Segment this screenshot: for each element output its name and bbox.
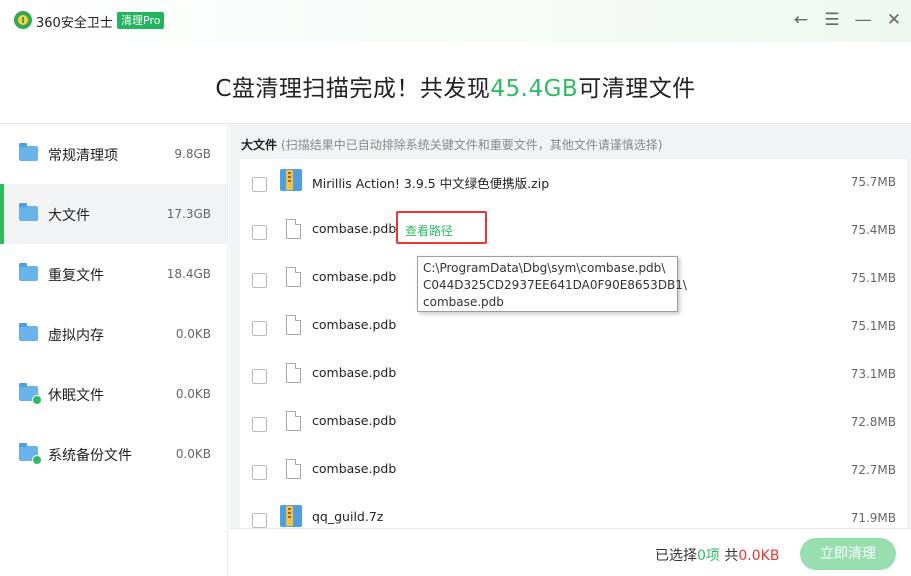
file-checkbox[interactable] <box>252 465 267 480</box>
sidebar-item-duplicates[interactable]: 重复文件 18.4GB <box>0 244 227 304</box>
file-row[interactable]: Mirillis Action! 3.9.5 中文绿色便携版.zip 75.7M… <box>240 159 907 207</box>
sidebar-item-label: 系统备份文件 <box>48 448 132 464</box>
total-label: 共 <box>719 548 739 564</box>
file-size: 75.7MB <box>850 175 896 189</box>
section-title: 大文件 <box>241 138 278 152</box>
file-row[interactable]: combase.pdb 查看路径 75.4MB <box>240 207 907 255</box>
folder-sleep-icon <box>19 383 42 405</box>
sidebar-item-label: 休眠文件 <box>48 388 104 404</box>
file-size: 72.7MB <box>850 463 896 477</box>
sidebar-item-label: 大文件 <box>48 208 90 224</box>
headline-suffix: 可清理文件 <box>578 76 696 102</box>
section-header: 大文件 (扫描结果中已自动排除系统关键文件和重要文件，其他文件请谨慎选择) <box>241 136 662 153</box>
file-name: combase.pdb <box>312 269 397 284</box>
file-checkbox[interactable] <box>252 225 267 240</box>
file-name: combase.pdb <box>312 461 397 476</box>
folder-icon <box>19 263 38 281</box>
section-note: (扫描结果中已自动排除系统关键文件和重要文件，其他文件请谨慎选择) <box>281 138 663 152</box>
sleep-badge-icon <box>32 395 42 405</box>
app-title: 360安全卫士 <box>36 16 113 31</box>
file-list[interactable]: Mirillis Action! 3.9.5 中文绿色便携版.zip 75.7M… <box>240 159 907 528</box>
file-checkbox[interactable] <box>252 513 267 528</box>
folder-icon <box>19 323 38 341</box>
file-name: combase.pdb <box>312 365 397 380</box>
sidebar-item-virtual-memory[interactable]: 虚拟内存 0.0KB <box>0 304 227 364</box>
file-name: combase.pdb <box>312 221 397 236</box>
file-icon <box>286 411 301 431</box>
sidebar-item-label: 虚拟内存 <box>48 328 104 344</box>
file-row[interactable]: combase.pdb 72.7MB <box>240 447 907 495</box>
file-icon <box>286 363 301 383</box>
sidebar-item-size: 0.0KB <box>175 327 211 341</box>
sidebar-item-large-files[interactable]: 大文件 17.3GB <box>0 184 227 244</box>
file-size: 75.1MB <box>850 271 896 285</box>
menu-icon[interactable]: ☰ <box>822 10 842 30</box>
sidebar-item-label: 重复文件 <box>48 268 104 284</box>
sidebar-item-size: 18.4GB <box>166 267 211 281</box>
selected-label: 已选择 <box>655 548 697 564</box>
file-name: Mirillis Action! 3.9.5 中文绿色便携版.zip <box>312 176 550 191</box>
file-path-tooltip: C:\ProgramData\Dbg\sym\combase.pdb\ C044… <box>417 256 687 312</box>
file-icon <box>286 459 301 479</box>
back-arrow-icon[interactable]: ← <box>791 10 811 30</box>
folder-icon <box>19 203 38 221</box>
folder-backup-icon <box>19 443 42 465</box>
sidebar-item-size: 0.0KB <box>175 447 211 461</box>
title-bar: 360安全卫士 清理Pro ← ☰ — ✕ <box>0 0 911 42</box>
file-checkbox[interactable] <box>252 321 267 336</box>
tooltip-line: combase.pdb <box>423 295 504 309</box>
file-list-panel: 大文件 (扫描结果中已自动排除系统关键文件和重要文件，其他文件请谨慎选择) Mir… <box>229 124 911 528</box>
selected-count: 0项 <box>697 548 720 564</box>
zip-archive-icon <box>280 169 302 191</box>
sidebar-item-label: 常规清理项 <box>48 148 118 164</box>
file-icon <box>286 267 301 287</box>
sidebar-item-size: 17.3GB <box>166 207 211 221</box>
file-row[interactable]: qq_guild.7z 71.9MB <box>240 495 907 528</box>
sidebar-item-regular[interactable]: 常规清理项 9.8GB <box>0 124 227 184</box>
scan-result-headline: C盘清理扫描完成！共发现45.4GB可清理文件 <box>0 69 911 103</box>
file-icon <box>286 219 301 239</box>
cleaner-pro-badge: 清理Pro <box>117 12 165 29</box>
file-checkbox[interactable] <box>252 417 267 432</box>
folder-icon <box>19 143 38 161</box>
backup-badge-icon <box>32 455 42 465</box>
footer-bar: 已选择0项 共0.0KB 立即清理 <box>229 528 911 576</box>
file-checkbox[interactable] <box>252 369 267 384</box>
highlight-annotation-box <box>396 211 487 244</box>
file-size: 73.1MB <box>850 367 896 381</box>
file-row[interactable]: combase.pdb 73.1MB <box>240 351 907 399</box>
headline-prefix: C盘清理扫描完成！共发现 <box>215 76 491 102</box>
sidebar-item-size: 0.0KB <box>175 387 211 401</box>
minimize-icon[interactable]: — <box>853 10 873 30</box>
file-size: 75.1MB <box>850 319 896 333</box>
headline-amount: 45.4GB <box>490 76 579 102</box>
scan-result-banner: C盘清理扫描完成！共发现45.4GB可清理文件 <box>0 42 911 124</box>
file-name: combase.pdb <box>312 413 397 428</box>
360-logo-icon <box>14 11 32 29</box>
tooltip-line: C:\ProgramData\Dbg\sym\combase.pdb\ <box>423 261 666 275</box>
file-icon <box>286 315 301 335</box>
total-size: 0.0KB <box>738 548 780 564</box>
selection-summary: 已选择0项 共0.0KB <box>655 545 779 565</box>
clean-now-button[interactable]: 立即清理 <box>800 538 896 570</box>
zip-archive-icon <box>280 505 302 527</box>
sidebar-item-size: 9.8GB <box>174 147 211 161</box>
file-row[interactable]: combase.pdb 72.8MB <box>240 399 907 447</box>
file-name: qq_guild.7z <box>312 509 384 524</box>
file-size: 75.4MB <box>850 223 896 237</box>
tooltip-line: C044D325CD2937EE641DA0F90E8653DB1\ <box>423 278 687 292</box>
sidebar-item-hibernate[interactable]: 休眠文件 0.0KB <box>0 364 227 424</box>
file-size: 71.9MB <box>850 511 896 525</box>
file-size: 72.8MB <box>850 415 896 429</box>
close-icon[interactable]: ✕ <box>884 10 904 30</box>
file-name: combase.pdb <box>312 317 397 332</box>
category-sidebar: 常规清理项 9.8GB 大文件 17.3GB 重复文件 18.4GB 虚拟内存 … <box>0 124 228 576</box>
sidebar-item-system-backup[interactable]: 系统备份文件 0.0KB <box>0 424 227 484</box>
file-checkbox[interactable] <box>252 273 267 288</box>
file-checkbox[interactable] <box>252 177 267 192</box>
